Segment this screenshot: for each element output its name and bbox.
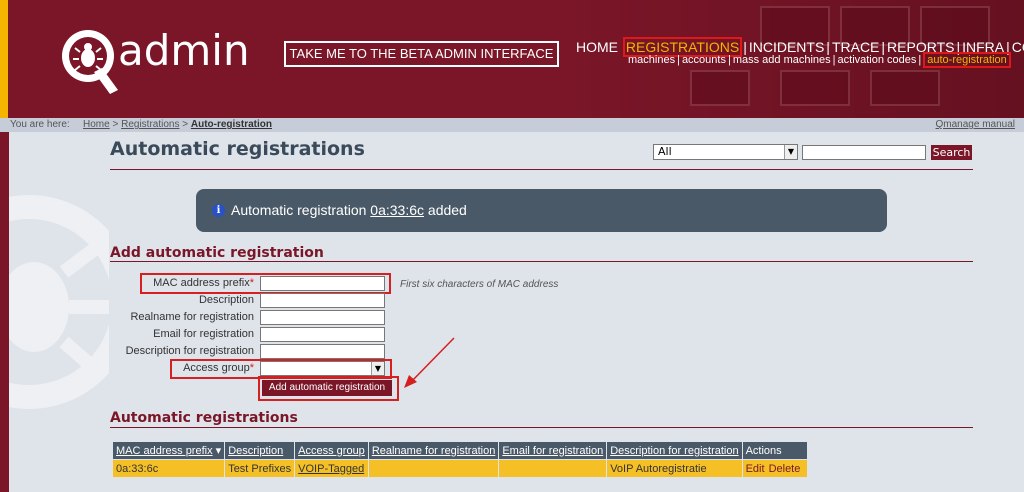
cell-description: Test Prefixes	[225, 460, 295, 477]
column-email[interactable]: Email for registration	[499, 442, 607, 459]
breadcrumb-label: You are here:	[10, 119, 70, 130]
table-header-row: MAC address prefix ▾ Description Access …	[113, 442, 808, 459]
header-decor	[780, 70, 850, 106]
subnav-separator: |	[677, 54, 680, 66]
column-description[interactable]: Description	[225, 442, 295, 459]
subnav-activation-codes[interactable]: activation codes	[838, 54, 917, 66]
breadcrumb-home[interactable]: Home	[83, 119, 110, 130]
cell-realname	[368, 460, 499, 477]
flash-message: i Automatic registration 0a:33:6c added	[196, 189, 887, 232]
background-bug-watermark	[9, 132, 109, 492]
column-email-label: Email for registration	[502, 444, 604, 457]
title-divider	[110, 169, 973, 170]
highlight-box	[140, 273, 391, 294]
column-realname[interactable]: Realname for registration	[368, 442, 499, 459]
nav-incidents[interactable]: INCIDENTS	[748, 39, 825, 55]
header-decor	[690, 70, 750, 106]
nav-config[interactable]: CONFIG	[1011, 39, 1024, 55]
left-accent-bar	[0, 132, 9, 492]
mac-prefix-hint: First six characters of MAC address	[400, 279, 559, 290]
search-button[interactable]: Search	[931, 145, 972, 160]
column-reg-description[interactable]: Description for registration	[607, 442, 742, 459]
breadcrumb-separator: >	[112, 119, 119, 130]
header-decor	[870, 70, 940, 106]
column-actions: Actions	[742, 442, 808, 459]
site-header: admin TAKE ME TO THE BETA ADMIN INTERFAC…	[0, 0, 1024, 118]
nav-home[interactable]: HOME	[575, 39, 619, 55]
column-reg-description-label: Description for registration	[610, 444, 739, 457]
breadcrumb-registrations[interactable]: Registrations	[121, 119, 179, 130]
beta-admin-button[interactable]: TAKE ME TO THE BETA ADMIN INTERFACE	[284, 41, 559, 67]
chevron-down-icon: ▼	[784, 145, 797, 159]
table-row: 0a:33:6c Test Prefixes VOIP-Tagged VoIP …	[113, 460, 808, 477]
subnav-machines[interactable]: machines	[628, 54, 675, 66]
email-input[interactable]	[260, 327, 385, 342]
flash-text: Automatic registration 0a:33:6c added	[231, 202, 467, 218]
reg-description-label: Description for registration	[125, 345, 254, 357]
logo-text: admin	[118, 26, 250, 75]
flash-prefix: Automatic registration	[231, 202, 367, 218]
column-mac-prefix[interactable]: MAC address prefix ▾	[113, 442, 225, 459]
subnav-mass-add-machines[interactable]: mass add machines	[733, 54, 831, 66]
description-input[interactable]	[260, 293, 385, 308]
flash-mac-link[interactable]: 0a:33:6c	[370, 202, 424, 218]
list-title: Automatic registrations	[110, 410, 298, 426]
list-divider	[110, 427, 973, 428]
info-icon: i	[212, 204, 225, 217]
delete-link[interactable]: Delete	[769, 463, 801, 475]
subnav-accounts[interactable]: accounts	[682, 54, 726, 66]
header-accent-strip	[0, 0, 8, 118]
sub-nav: machines | accounts | mass add machines | acti…	[628, 52, 1011, 68]
realname-input[interactable]	[260, 310, 385, 325]
cell-access-group: VOIP-Tagged	[295, 460, 368, 477]
realname-label: Realname for registration	[130, 311, 254, 323]
cell-email	[499, 460, 607, 477]
breadcrumb-current[interactable]: Auto-registration	[191, 119, 272, 130]
cell-mac: 0a:33:6c	[113, 460, 225, 477]
edit-link[interactable]: Edit	[746, 463, 765, 475]
registrations-table: MAC address prefix ▾ Description Access …	[112, 441, 808, 478]
add-form-title: Add automatic registration	[110, 245, 324, 261]
page-title: Automatic registrations	[110, 138, 365, 160]
nav-trace[interactable]: TRACE	[831, 39, 880, 55]
flash-suffix: added	[427, 202, 467, 218]
column-access-group-label: Access group	[298, 444, 365, 457]
breadcrumb-path: Home > Registrations > Auto-registration	[83, 119, 272, 130]
manual-link[interactable]: Qmanage manual	[936, 119, 1016, 130]
column-access-group[interactable]: Access group	[295, 442, 368, 459]
reg-description-input[interactable]	[260, 344, 385, 359]
breadcrumb: You are here: Home > Registrations > Aut…	[0, 118, 1024, 132]
add-form-divider	[110, 261, 973, 262]
search-input[interactable]	[802, 145, 926, 160]
search-filter-value: All	[658, 145, 672, 158]
sort-down-icon: ▾	[215, 445, 222, 457]
column-mac-prefix-label: MAC address prefix	[116, 445, 213, 457]
arrow-annotation-icon	[404, 337, 455, 388]
highlight-box	[258, 376, 399, 401]
access-group-link[interactable]: VOIP-Tagged	[298, 463, 364, 475]
column-realname-label: Realname for registration	[371, 444, 496, 457]
search-filter-select[interactable]: All ▼	[653, 144, 798, 160]
subnav-separator: |	[832, 54, 836, 66]
description-label: Description	[198, 294, 254, 306]
subnav-auto-registration[interactable]: auto-registration	[923, 52, 1011, 68]
cell-actions: Edit Delete	[742, 460, 808, 477]
subnav-separator: |	[727, 54, 731, 66]
breadcrumb-separator: >	[182, 119, 189, 130]
email-label: Email for registration	[153, 328, 254, 340]
column-description-label: Description	[228, 444, 284, 457]
cell-reg-description: VoIP Autoregistratie	[607, 460, 742, 477]
